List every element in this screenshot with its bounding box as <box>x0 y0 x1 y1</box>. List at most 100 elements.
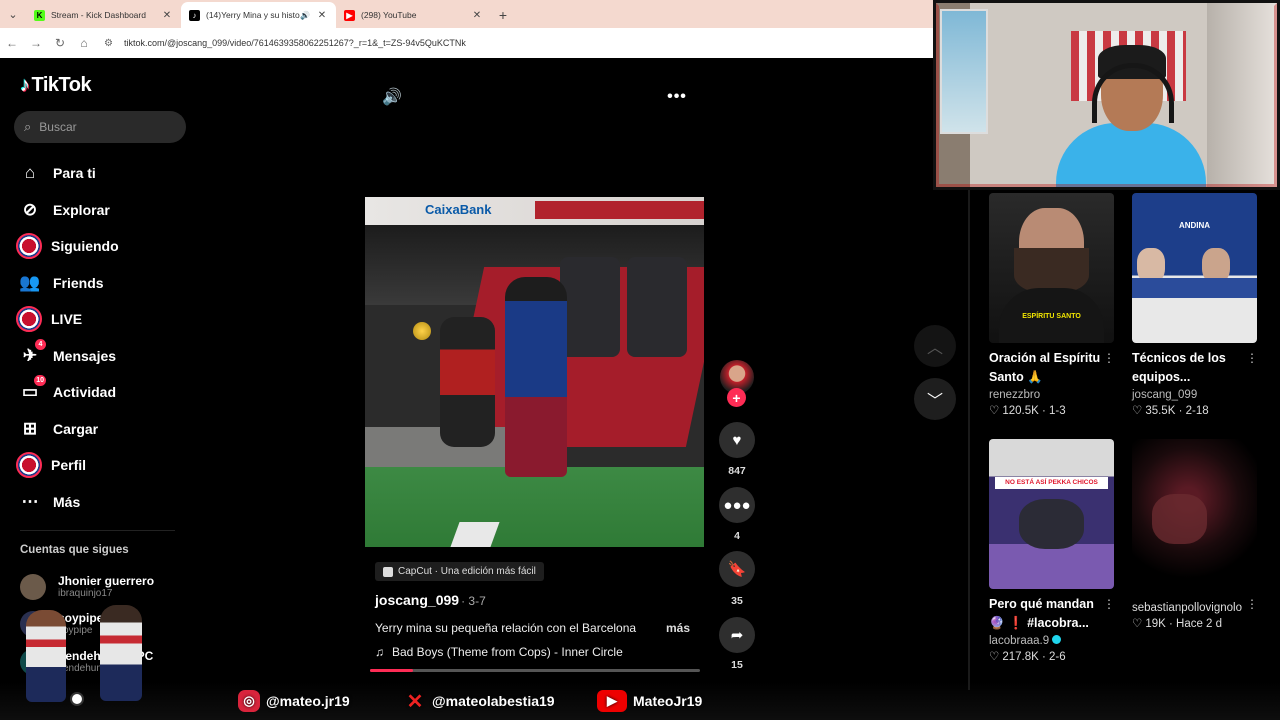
sidebar-item-mas[interactable]: ⋯ Más <box>16 484 119 521</box>
tab-title: (14)Yerry Mina y su historia <box>206 10 301 20</box>
home-icon[interactable]: ⌂ <box>72 36 96 50</box>
video-thumbnail: ANDINA <box>1132 193 1257 343</box>
music-link[interactable]: ♫ Bad Boys (Theme from Cops) - Inner Cir… <box>375 645 623 659</box>
avatar <box>20 574 46 600</box>
recommended-video-card[interactable]: ⋮ sebastianpollovignolo ♡ 19K · Hace 2 d <box>1132 439 1268 632</box>
forward-icon[interactable]: → <box>24 36 48 50</box>
webcam-overlay <box>933 0 1280 190</box>
new-tab-button[interactable]: + <box>491 2 515 28</box>
youtube-icon: ▶ <box>597 690 627 712</box>
messages-badge: 4 <box>35 338 46 350</box>
sidebar-item-friends[interactable]: 👥 Friends <box>16 265 119 302</box>
following-section-title: Cuentas que sigues <box>20 544 129 556</box>
video-thumbnail <box>1132 439 1257 589</box>
football-icon <box>413 322 431 340</box>
save-count: 35 <box>731 595 743 607</box>
next-video-button[interactable]: ﹀ <box>914 378 956 420</box>
player-figure <box>505 277 567 477</box>
share-count: 15 <box>731 659 743 671</box>
search-box[interactable]: ⌕ <box>14 111 186 143</box>
card-meta: ♡ 35.5K · 2-18 <box>1132 405 1209 417</box>
close-icon[interactable]: ✕ <box>316 10 328 21</box>
video-progress-bar[interactable] <box>370 669 700 672</box>
tab-title: (298) YouTube <box>361 10 417 20</box>
sidebar-item-perfil[interactable]: Perfil <box>16 447 119 484</box>
tab-search-chevron-icon[interactable]: ⌄ <box>0 0 26 28</box>
tiktok-logo[interactable]: ♪ TikTok <box>20 74 92 97</box>
comment-count: 4 <box>734 530 740 542</box>
activity-badge: 10 <box>34 375 46 387</box>
share-icon: ➦ <box>730 627 744 644</box>
overlay-youtube: ▶ MateoJr19 <box>597 690 702 712</box>
card-more-icon[interactable]: ⋮ <box>1103 597 1115 611</box>
tiktok-note-icon: ♪ <box>20 74 30 96</box>
activity-icon: ▭ 10 <box>21 375 46 402</box>
reload-icon[interactable]: ↻ <box>48 36 72 50</box>
recommended-video-card[interactable]: ESPÍRITU SANTO ⋮ Oración al Espíritu San… <box>989 193 1125 419</box>
tiktok-favicon-icon: ♪ <box>189 9 200 21</box>
url-text: tiktok.com/@joscang_099/video/7614639358… <box>124 38 466 48</box>
capcut-icon <box>383 566 393 577</box>
video-ad-banner: CaixaBank <box>365 197 704 225</box>
sidebar-item-para-ti[interactable]: ⌂ Para ti <box>16 155 119 192</box>
comment-button[interactable]: ●●● <box>719 487 755 523</box>
site-info-icon[interactable]: ⚙ <box>104 38 118 49</box>
like-button[interactable]: ♥ <box>719 422 755 458</box>
recommended-video-card[interactable]: NO ESTÁ ASÍ PEKKA CHICOS ⋮ Pero qué mand… <box>989 439 1125 665</box>
video-thumbnail: NO ESTÁ ASÍ PEKKA CHICOS <box>989 439 1114 589</box>
chevron-down-icon: ﹀ <box>926 393 943 410</box>
chevron-up-icon: ︿ <box>926 340 943 357</box>
previous-video-button[interactable]: ︿ <box>914 325 956 367</box>
panel-divider <box>968 190 970 690</box>
card-meta: ♡ 217.8K · 2-6 <box>989 651 1066 663</box>
following-avatar-icon <box>16 233 42 260</box>
caption-more-button[interactable]: más <box>666 621 690 635</box>
verified-badge-icon <box>1052 635 1062 644</box>
tab-title: Stream - Kick Dashboard <box>51 10 146 20</box>
video-thumbnail: ESPÍRITU SANTO <box>989 193 1114 343</box>
save-button[interactable]: 🔖 <box>719 551 755 587</box>
share-button[interactable]: ➦ <box>719 617 755 653</box>
address-bar: ← → ↻ ⌂ ⚙ tiktok.com/@joscang_099/video/… <box>0 28 933 58</box>
overlay-instagram: ◎ @mateo.jr19 <box>238 690 350 712</box>
heart-outline-icon: ♡ <box>1132 405 1143 417</box>
sidebar-item-cargar[interactable]: ⊞ Cargar <box>16 411 119 448</box>
close-icon[interactable]: ✕ <box>161 10 173 21</box>
comment-icon: ●●● <box>723 496 751 514</box>
search-icon: ⌕ <box>24 119 32 134</box>
sidebar-item-live[interactable]: LIVE <box>16 301 119 338</box>
tab-kick-dashboard[interactable]: K Stream - Kick Dashboard ✕ <box>26 2 181 28</box>
volume-icon[interactable]: 🔊 <box>381 86 403 108</box>
recommended-video-card[interactable]: ANDINA ⋮ Técnicos de los equipos... josc… <box>1132 193 1268 419</box>
sidebar-item-actividad[interactable]: ▭ 10 Actividad <box>16 374 119 411</box>
tab-youtube[interactable]: ▶ (298) YouTube ✕ <box>336 2 491 28</box>
url-field[interactable]: ⚙ tiktok.com/@joscang_099/video/76146393… <box>104 32 933 54</box>
speaker-icon[interactable]: 🔊 <box>300 11 310 20</box>
bookmark-icon: 🔖 <box>727 561 747 578</box>
search-input[interactable] <box>39 120 160 134</box>
upload-icon: ⊞ <box>22 418 38 438</box>
tab-tiktok[interactable]: ♪ (14)Yerry Mina y su historia 🔊 ✕ <box>181 2 336 28</box>
more-options-icon[interactable]: ••• <box>665 86 689 108</box>
instagram-icon: ◎ <box>238 690 260 712</box>
card-title: Técnicos de los equipos... <box>1132 351 1226 384</box>
sidebar-item-siguiendo[interactable]: Siguiendo <box>16 228 119 265</box>
kick-favicon-icon: K <box>34 9 45 21</box>
capcut-promo-chip[interactable]: CapCut · Una edición más fácil <box>375 562 544 581</box>
wall-poster <box>940 9 988 134</box>
video-progress-fill <box>370 669 413 672</box>
card-more-icon[interactable]: ⋮ <box>1246 597 1258 611</box>
video-author[interactable]: joscang_099 · 3-7 <box>375 592 486 608</box>
video-player[interactable]: CaixaBank <box>365 197 704 547</box>
card-more-icon[interactable]: ⋮ <box>1246 351 1258 365</box>
card-more-icon[interactable]: ⋮ <box>1103 351 1115 365</box>
friends-icon: 👥 <box>19 272 41 292</box>
sidebar-item-mensajes[interactable]: ✈ 4 Mensajes <box>16 338 119 375</box>
close-icon[interactable]: ✕ <box>471 10 483 21</box>
follow-plus-button[interactable]: + <box>727 388 746 407</box>
streamer-figure <box>1056 43 1206 187</box>
sidebar-item-explorar[interactable]: ⊘ Explorar <box>16 192 119 229</box>
home-icon: ⌂ <box>24 163 36 183</box>
like-count: 847 <box>728 465 746 477</box>
back-icon[interactable]: ← <box>0 36 24 50</box>
